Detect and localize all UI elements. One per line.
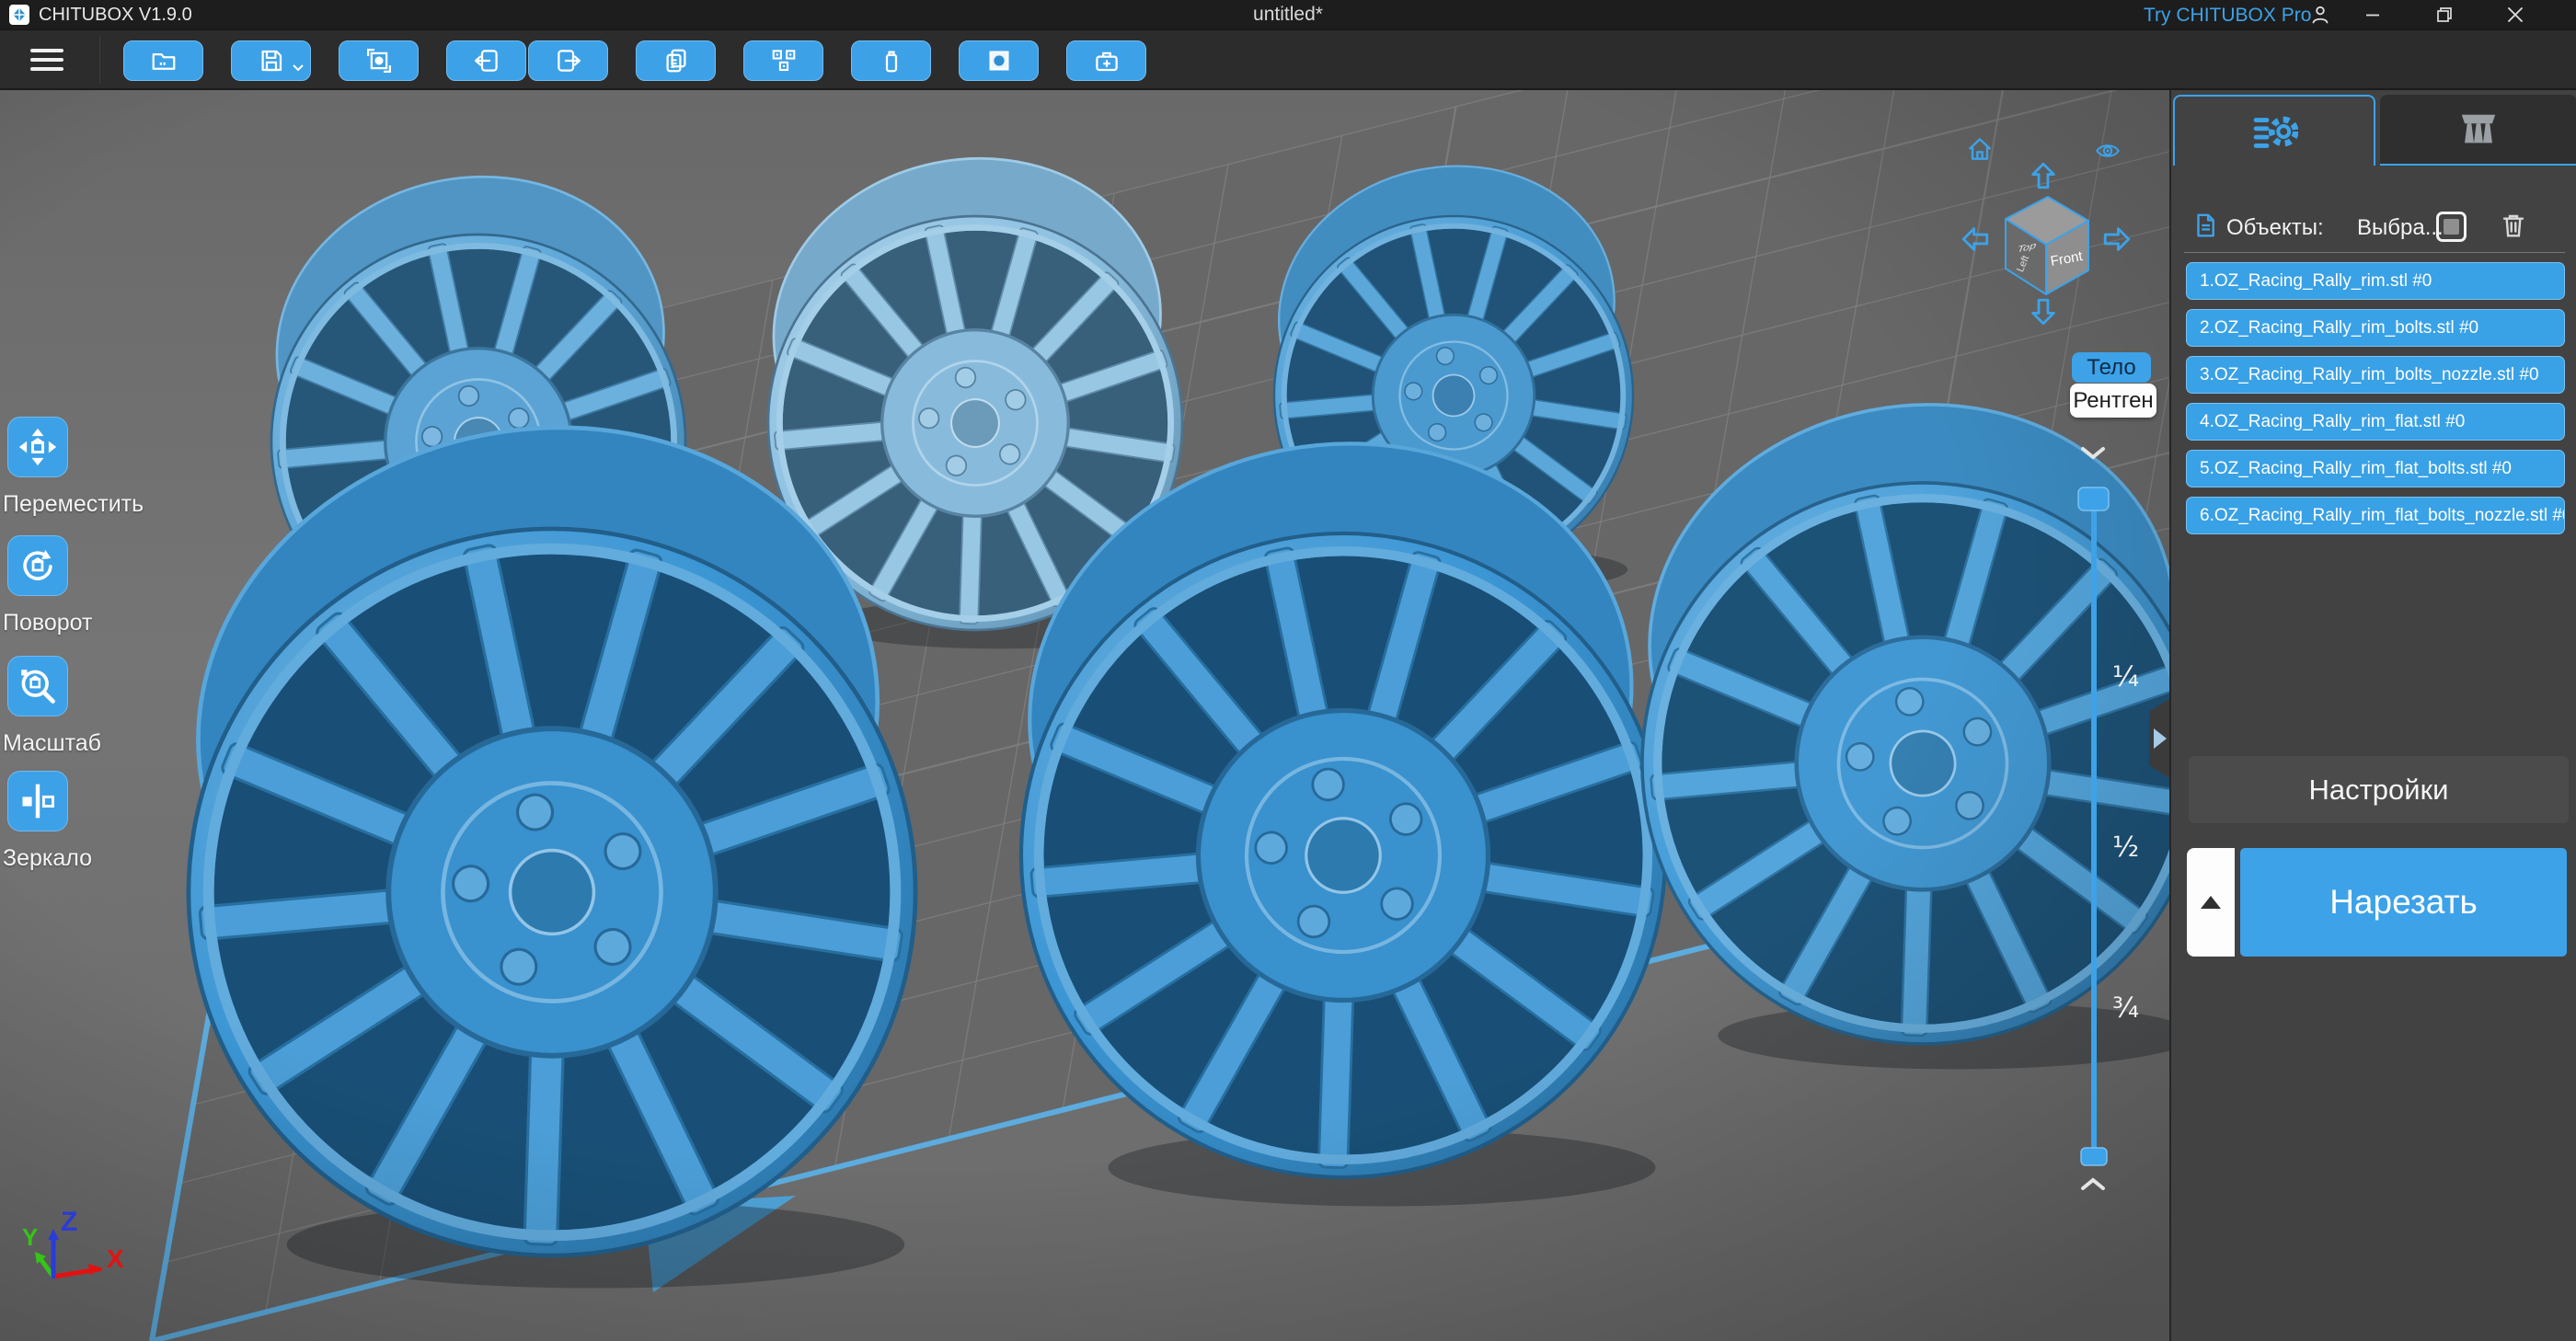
chitubox-window: X Y Z CHITUBOX V1.9.0 untitled* Try CHIT… xyxy=(0,0,2576,1341)
tab-model-settings[interactable] xyxy=(2173,95,2375,166)
exposure-icon xyxy=(985,47,1013,74)
rotate-icon xyxy=(17,545,58,586)
mirror-icon xyxy=(17,781,58,821)
rotate-right-arrow-icon[interactable] xyxy=(2105,229,2129,250)
mirror-tool-button[interactable] xyxy=(7,771,68,831)
triangle-up-icon xyxy=(2201,896,2221,909)
layer-preview-slider: ¼ ½ ¾ xyxy=(2077,447,2139,1190)
view-navigation: Top Left Front xyxy=(1950,129,2153,340)
close-button[interactable] xyxy=(2503,4,2527,26)
open-file-button[interactable] xyxy=(123,40,203,81)
axis-x-label: X xyxy=(107,1244,124,1273)
chevron-down-icon xyxy=(293,64,304,72)
slider-mark-quarter: ¼ xyxy=(2112,661,2139,693)
object-list-item[interactable]: 5.OZ_Racing_Rally_rim_flat_bolts.stl #0 xyxy=(2186,450,2565,487)
save-icon xyxy=(258,47,285,74)
select-all-checkbox[interactable] xyxy=(2436,212,2467,242)
object-list-item[interactable]: 6.OZ_Racing_Rally_rim_flat_bolts_nozzle.… xyxy=(2186,497,2565,534)
selection-label: Выбра... xyxy=(2357,215,2444,240)
panel-collapse-handle[interactable] xyxy=(2145,699,2171,778)
objects-label: Объекты: xyxy=(2226,215,2324,240)
tab-supports[interactable] xyxy=(2380,95,2576,166)
slice-options-expander[interactable] xyxy=(2187,848,2235,957)
scale-icon xyxy=(17,666,58,706)
layout-icon xyxy=(770,47,798,74)
objects-doc-icon xyxy=(2191,210,2219,241)
folder-icon xyxy=(150,47,178,74)
3d-viewport-canvas[interactable]: X Y Z xyxy=(0,90,2169,1341)
scale-tool-button[interactable] xyxy=(7,656,68,716)
object-list-item[interactable]: 3.OZ_Racing_Rally_rim_bolts_nozzle.stl #… xyxy=(2186,356,2565,394)
repair-button[interactable] xyxy=(1066,40,1146,81)
undo-icon xyxy=(473,47,500,74)
slice-icon xyxy=(365,47,393,74)
supports-icon xyxy=(2455,109,2502,151)
view-cube[interactable] xyxy=(2005,196,2089,295)
rotate-left-arrow-icon[interactable] xyxy=(1963,229,1987,250)
slider-mark-half: ½ xyxy=(2112,831,2139,864)
rotate-tool-label: Поворот xyxy=(3,610,93,636)
account-icon[interactable] xyxy=(2308,4,2332,26)
rotate-down-arrow-icon[interactable] xyxy=(2033,300,2054,324)
copy-button[interactable] xyxy=(636,40,716,81)
redo-icon xyxy=(555,47,582,74)
slider-chevron-down-icon[interactable] xyxy=(2081,447,2105,460)
slice-button[interactable]: Нарезать xyxy=(2240,848,2567,957)
view-mode-body-button[interactable]: Тело xyxy=(2072,352,2151,383)
slider-top-handle[interactable] xyxy=(2077,487,2110,511)
divider xyxy=(2184,252,2565,253)
right-panel: Объекты: Выбра... 1.OZ_Racing_Rally_rim.… xyxy=(2169,90,2576,1341)
auto-layout-button[interactable] xyxy=(743,40,823,81)
exposure-button[interactable] xyxy=(959,40,1039,81)
slider-chevron-up-icon[interactable] xyxy=(2081,1177,2105,1190)
move-icon xyxy=(17,427,58,467)
view-mode-xray-button[interactable]: Рентген xyxy=(2070,384,2156,418)
axis-y-label: Y xyxy=(22,1223,38,1251)
titlebar: CHITUBOX V1.9.0 untitled* Try CHITUBOX P… xyxy=(0,0,2576,29)
restore-button[interactable] xyxy=(2432,4,2456,26)
minimize-button[interactable] xyxy=(2361,4,2385,26)
object-list-item[interactable]: 4.OZ_Racing_Rally_rim_flat.stl #0 xyxy=(2186,403,2565,441)
rotate-up-arrow-icon[interactable] xyxy=(2033,164,2054,188)
slider-rail[interactable] xyxy=(2091,506,2097,1155)
axis-z-label: Z xyxy=(61,1207,77,1237)
slider-bottom-handle[interactable] xyxy=(2080,1147,2108,1166)
slider-mark-threequarter: ¾ xyxy=(2112,992,2139,1025)
settings-list-icon xyxy=(2250,110,2298,153)
redo-button[interactable] xyxy=(528,40,608,81)
try-pro-link[interactable]: Try CHITUBOX Pro xyxy=(2144,5,2311,27)
toolbar-separator xyxy=(99,36,100,84)
slice-view-button[interactable] xyxy=(339,40,419,81)
main-toolbar xyxy=(0,29,2576,90)
mirror-tool-label: Зеркало xyxy=(3,845,93,871)
object-list-item[interactable]: 2.OZ_Racing_Rally_rim_bolts.stl #0 xyxy=(2186,309,2565,347)
delete-icon[interactable] xyxy=(2499,209,2528,242)
undo-button[interactable] xyxy=(446,40,526,81)
hollow-button[interactable] xyxy=(851,40,931,81)
rotate-tool-button[interactable] xyxy=(7,535,68,596)
home-view-icon[interactable] xyxy=(1970,139,1991,158)
settings-button[interactable]: Настройки xyxy=(2189,756,2569,823)
move-tool-button[interactable] xyxy=(7,417,68,477)
move-tool-label: Переместить xyxy=(3,491,144,517)
toolbox-icon xyxy=(1093,47,1121,74)
visibility-icon[interactable] xyxy=(2097,145,2118,155)
copy-icon xyxy=(662,47,690,74)
save-file-button[interactable] xyxy=(231,40,311,81)
object-list-item[interactable]: 1.OZ_Racing_Rally_rim.stl #0 xyxy=(2186,262,2565,300)
scale-tool-label: Масштаб xyxy=(3,730,101,756)
bottle-icon xyxy=(878,47,905,74)
menu-button[interactable] xyxy=(30,43,65,76)
